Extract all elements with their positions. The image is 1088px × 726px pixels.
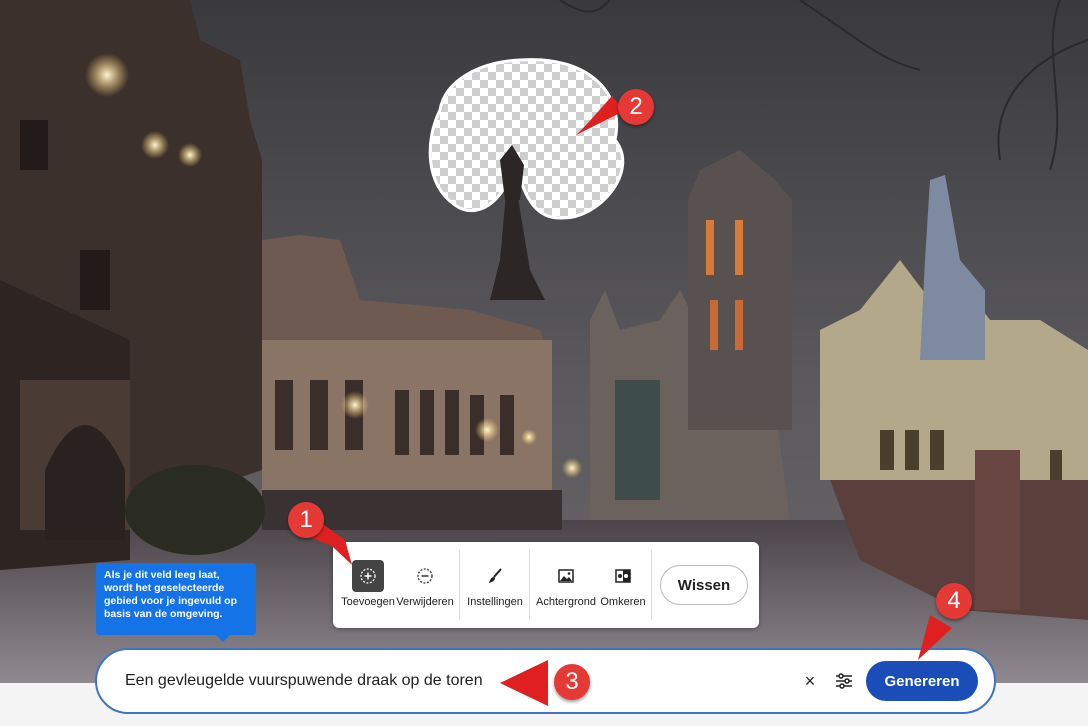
- tool-settings[interactable]: Instellingen: [460, 560, 530, 608]
- clear-selection-button[interactable]: Wissen: [660, 565, 748, 605]
- annotation-badge-2: 2: [618, 89, 654, 125]
- prompt-bar: × Genereren: [95, 648, 996, 714]
- sliders-icon[interactable]: [833, 670, 855, 692]
- annotation-badge-4: 4: [936, 583, 972, 619]
- divider: [651, 550, 652, 620]
- annotation-badge-3: 3: [554, 664, 590, 700]
- divider: [529, 550, 530, 620]
- tool-background-label: Achtergrond: [536, 596, 596, 608]
- invert-icon: [607, 560, 639, 592]
- add-circle-icon: [352, 560, 384, 592]
- tool-subtract-label: Verwijderen: [396, 596, 454, 608]
- annotation-badge-1: 1: [288, 502, 324, 538]
- prompt-input[interactable]: [125, 668, 765, 694]
- brush-icon: [479, 560, 511, 592]
- generate-button[interactable]: Genereren: [866, 661, 978, 701]
- prompt-tooltip: Als je dit veld leeg laat, wordt het ges…: [96, 563, 256, 642]
- clear-prompt-button[interactable]: ×: [800, 670, 820, 692]
- subtract-circle-icon: [409, 560, 441, 592]
- tool-invert-label: Omkeren: [600, 596, 646, 608]
- tool-subtract[interactable]: Verwijderen: [390, 560, 460, 608]
- tool-add-label: Toevoegen: [341, 596, 395, 608]
- tool-settings-label: Instellingen: [467, 596, 523, 608]
- tooltip-text: Als je dit veld leeg laat, wordt het ges…: [104, 569, 238, 620]
- tool-invert[interactable]: Omkeren: [588, 560, 658, 608]
- image-icon: [550, 560, 582, 592]
